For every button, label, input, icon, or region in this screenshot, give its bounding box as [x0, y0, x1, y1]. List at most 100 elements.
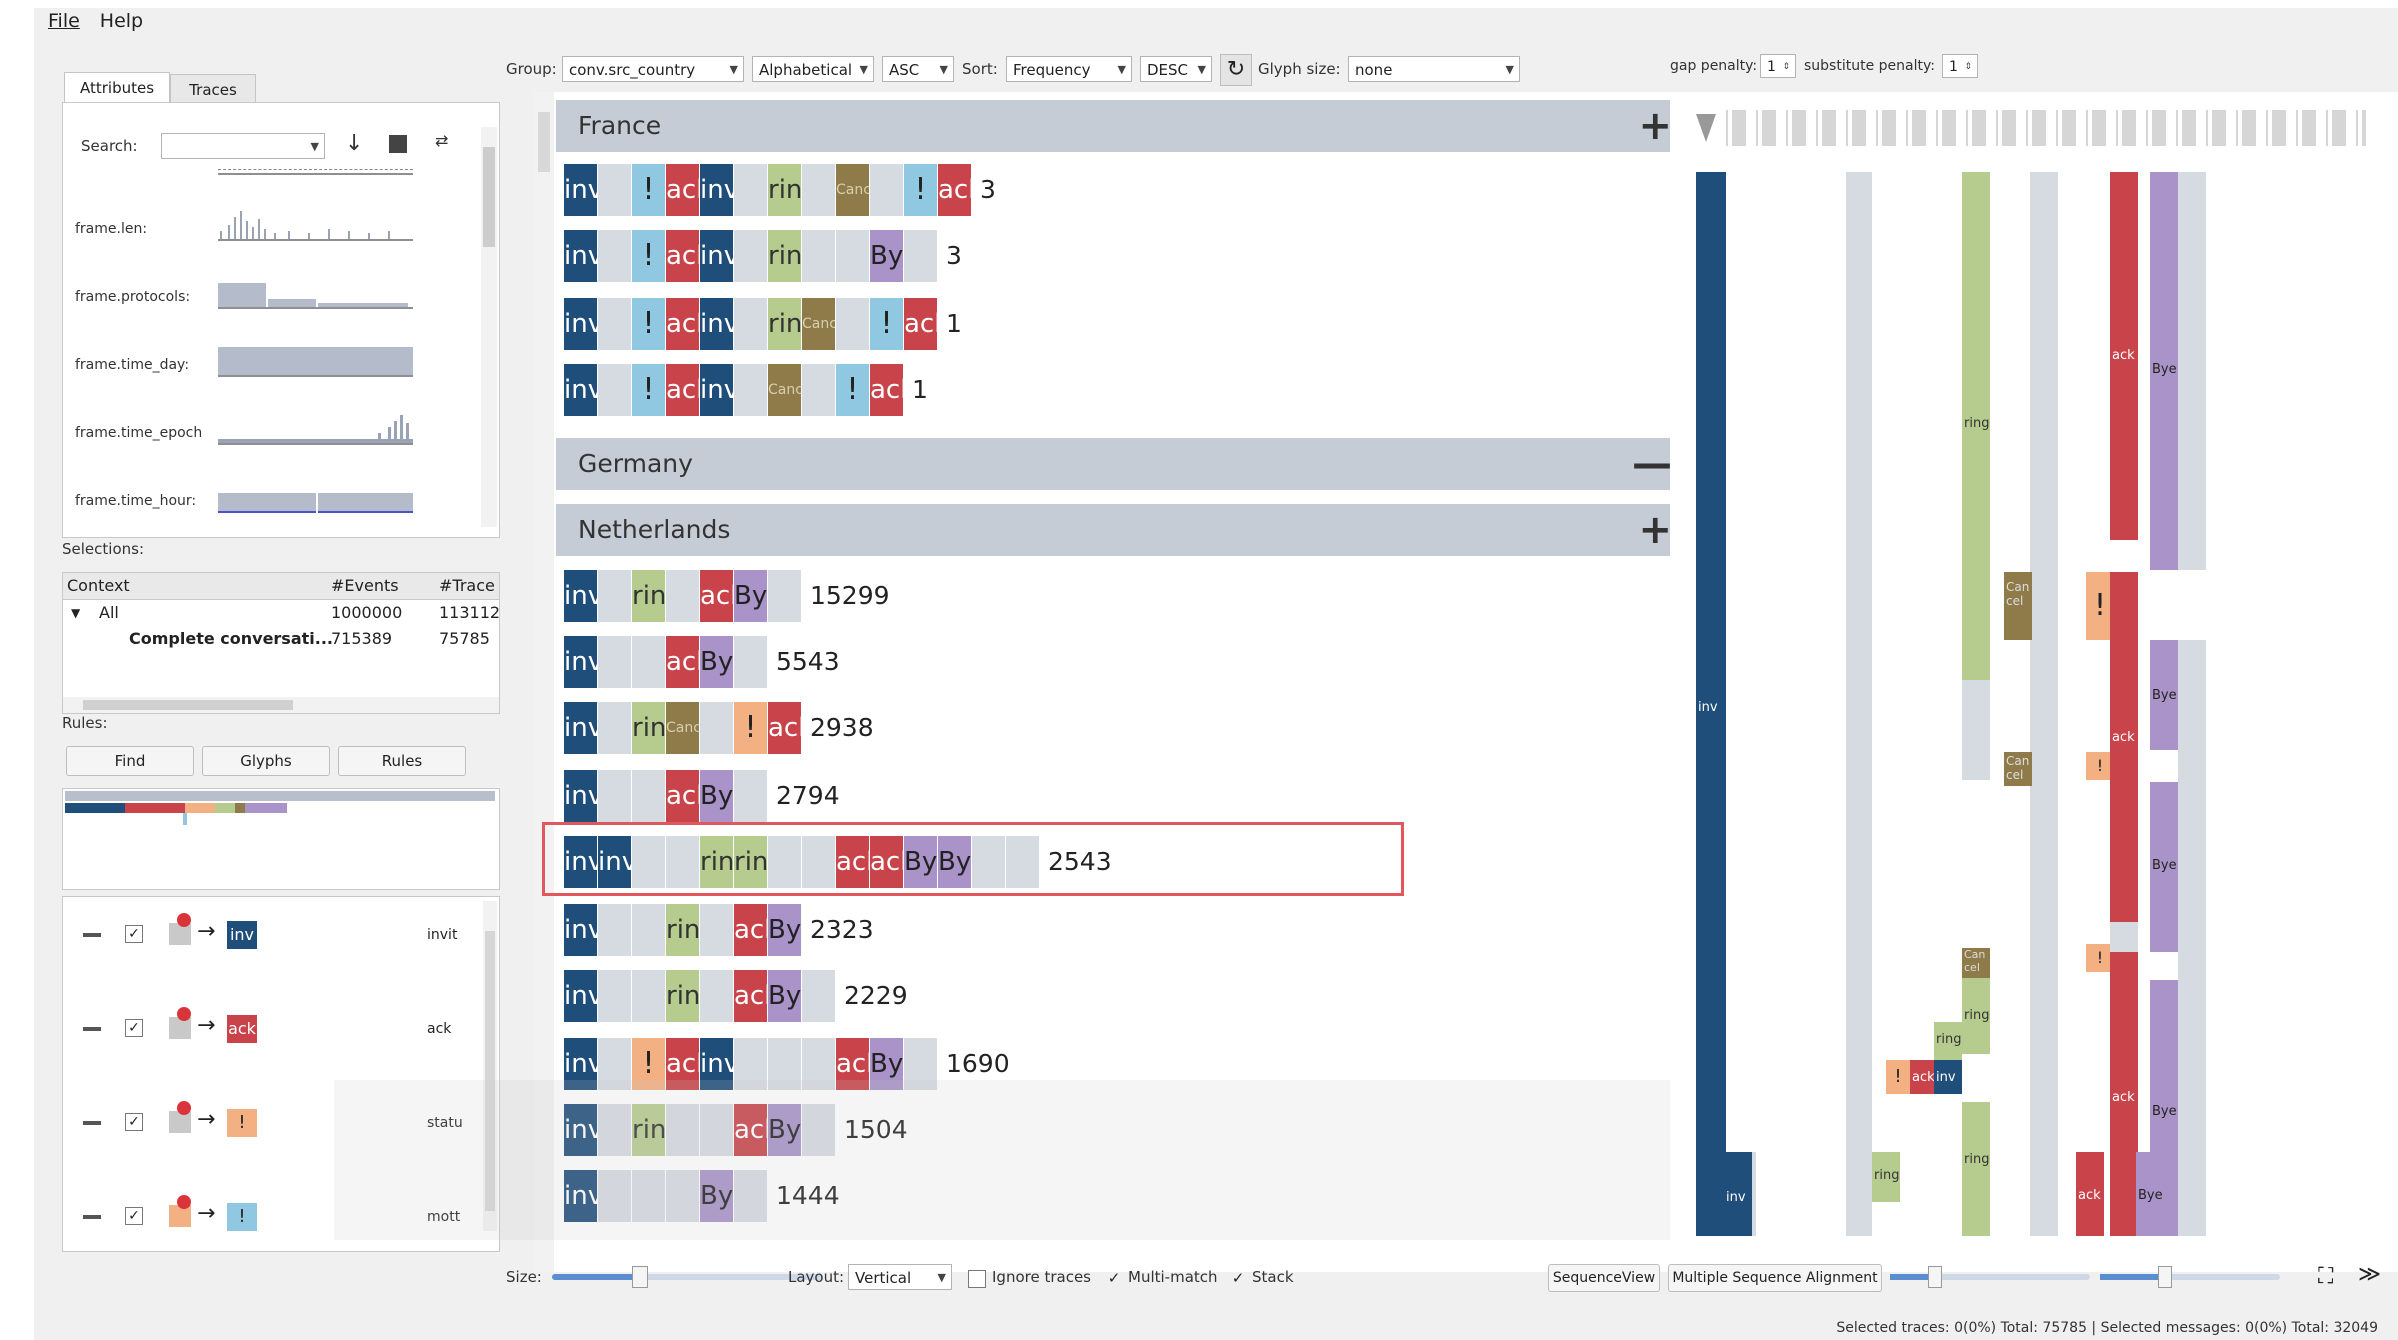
- msa-column-ack[interactable]: ack: [2110, 952, 2138, 1236]
- glyph-ack[interactable]: ack: [666, 636, 699, 688]
- glyph-status-blue[interactable]: !: [836, 364, 869, 416]
- range-slider[interactable]: [218, 239, 413, 241]
- msa-column-cancel[interactable]: Can cel: [2004, 572, 2032, 640]
- rule-checkbox[interactable]: ✓: [125, 1019, 143, 1037]
- glyph-ack[interactable]: ack: [870, 836, 903, 888]
- glyph-gap[interactable]: [802, 364, 835, 416]
- glyph-gap[interactable]: [734, 230, 767, 282]
- glyph-gap[interactable]: [598, 570, 631, 622]
- glyph-inv[interactable]: inv: [700, 230, 733, 282]
- glyph-inv[interactable]: inv: [700, 298, 733, 350]
- glyph-size-select[interactable]: none ▼: [1348, 56, 1520, 82]
- msa-column-ring[interactable]: ring: [1962, 172, 1990, 680]
- gap-penalty-spinner[interactable]: 1 ⇕: [1760, 54, 1796, 78]
- msa-column-ack[interactable]: ack: [2076, 1152, 2104, 1236]
- multi-match-checkbox[interactable]: ✓: [1106, 1270, 1122, 1286]
- group-direction-select[interactable]: ASC ▼: [882, 56, 954, 82]
- glyph-gap[interactable]: [598, 904, 631, 956]
- col-context[interactable]: Context: [67, 573, 130, 599]
- glyph-bye[interactable]: Bye: [768, 970, 801, 1022]
- msa-column-inv[interactable]: inv: [1724, 1152, 1752, 1236]
- fullscreen-icon[interactable]: ⛶: [2318, 1264, 2333, 1289]
- glyph-inv[interactable]: inv: [598, 836, 631, 888]
- glyph-ack[interactable]: ack: [666, 230, 699, 282]
- glyph-gap[interactable]: [734, 770, 767, 822]
- glyph-status-blue[interactable]: !: [632, 164, 665, 216]
- layout-select[interactable]: Vertical ▼: [848, 1264, 952, 1290]
- glyph-ring[interactable]: ring: [734, 836, 767, 888]
- glyph-gap[interactable]: [598, 164, 631, 216]
- find-button[interactable]: Find: [66, 746, 194, 776]
- glyph-bye[interactable]: Bye: [870, 230, 903, 282]
- msa-column-ack[interactable]: ack: [2110, 172, 2138, 540]
- glyph-status-blue[interactable]: !: [632, 230, 665, 282]
- glyph-bye[interactable]: Bye: [700, 770, 733, 822]
- sort-az-icon[interactable]: ↓: [345, 131, 363, 156]
- menu-file[interactable]: File: [34, 8, 90, 34]
- glyph-gap[interactable]: [598, 702, 631, 754]
- tab-attributes[interactable]: Attributes: [64, 72, 170, 104]
- glyph-inv[interactable]: inv: [564, 702, 597, 754]
- msa-button[interactable]: Multiple Sequence Alignment: [1668, 1264, 1882, 1292]
- glyph-ring[interactable]: ring: [632, 702, 665, 754]
- msa-slider-2[interactable]: [2100, 1266, 2280, 1288]
- glyph-status-blue[interactable]: !: [632, 298, 665, 350]
- msa-column-inv[interactable]: inv: [1696, 172, 1726, 1236]
- glyph-gap[interactable]: [836, 298, 869, 350]
- rule-checkbox[interactable]: ✓: [125, 1113, 143, 1131]
- expand-icon[interactable]: +: [1638, 504, 1672, 556]
- glyph-bye[interactable]: Bye: [904, 836, 937, 888]
- glyph-inv[interactable]: inv: [564, 364, 597, 416]
- glyph-ack[interactable]: ack: [938, 164, 971, 216]
- glyph-gap[interactable]: [666, 836, 699, 888]
- glyph-ack[interactable]: ack: [734, 904, 767, 956]
- attr-histogram[interactable]: [218, 343, 413, 377]
- col-events[interactable]: #Events: [331, 573, 399, 599]
- msa-column-ring[interactable]: ring: [1962, 1102, 1990, 1236]
- glyph-status-blue[interactable]: !: [632, 364, 665, 416]
- glyph-gap[interactable]: [598, 230, 631, 282]
- msa-column-bye[interactable]: Bye: [2150, 172, 2178, 570]
- attr-histogram[interactable]: [218, 207, 413, 239]
- collapse-icon[interactable]: —: [1632, 438, 1672, 490]
- glyph-gap[interactable]: [802, 970, 835, 1022]
- glyphs-button[interactable]: Glyphs: [202, 746, 330, 776]
- msa-column-ack[interactable]: ack: [1910, 1060, 1936, 1094]
- glyph-bye[interactable]: Bye: [700, 636, 733, 688]
- glyph-status-blue[interactable]: !: [904, 164, 937, 216]
- glyph-inv[interactable]: inv: [564, 570, 597, 622]
- rule-checkbox[interactable]: ✓: [125, 925, 143, 943]
- glyph-bye[interactable]: Bye: [734, 570, 767, 622]
- glyph-inv[interactable]: inv: [700, 364, 733, 416]
- filter-icon[interactable]: [389, 135, 407, 153]
- glyph-ring[interactable]: ring: [666, 904, 699, 956]
- glyph-ack[interactable]: ack: [836, 836, 869, 888]
- glyph-gap[interactable]: [734, 636, 767, 688]
- glyph-gap[interactable]: [632, 836, 665, 888]
- glyph-inv[interactable]: inv: [700, 164, 733, 216]
- menu-help[interactable]: Help: [90, 8, 153, 34]
- glyph-gap[interactable]: [734, 298, 767, 350]
- glyph-ack[interactable]: ack: [666, 298, 699, 350]
- glyph-gap[interactable]: [598, 364, 631, 416]
- msa-column-bye[interactable]: Bye: [2150, 782, 2178, 952]
- group-header-germany[interactable]: Germany —: [556, 438, 1686, 490]
- attr-scrollbar[interactable]: [481, 127, 497, 527]
- glyph-inv[interactable]: inv: [564, 298, 597, 350]
- glyph-gap[interactable]: [598, 298, 631, 350]
- sort-select[interactable]: Frequency ▼: [1006, 56, 1132, 82]
- msa-column-cancel[interactable]: Can cel: [2004, 752, 2032, 786]
- glyph-ack[interactable]: ack: [870, 364, 903, 416]
- glyph-gap[interactable]: [904, 230, 937, 282]
- msa-column-ring[interactable]: ring: [1872, 1152, 1900, 1202]
- glyph-status-orange[interactable]: !: [734, 702, 767, 754]
- rule-item[interactable]: ✓ → inv invit: [83, 911, 463, 971]
- msa-column-ring[interactable]: ring: [1962, 978, 1990, 1054]
- glyph-gap[interactable]: [598, 970, 631, 1022]
- glyph-ack[interactable]: ack: [904, 298, 937, 350]
- glyph-gap[interactable]: [836, 230, 869, 282]
- glyph-ack[interactable]: ack: [666, 770, 699, 822]
- table-row[interactable]: ▼ All 1000000 113112: [63, 601, 500, 625]
- expand-panel-icon[interactable]: ≫: [2358, 1262, 2381, 1287]
- glyph-gap[interactable]: [768, 836, 801, 888]
